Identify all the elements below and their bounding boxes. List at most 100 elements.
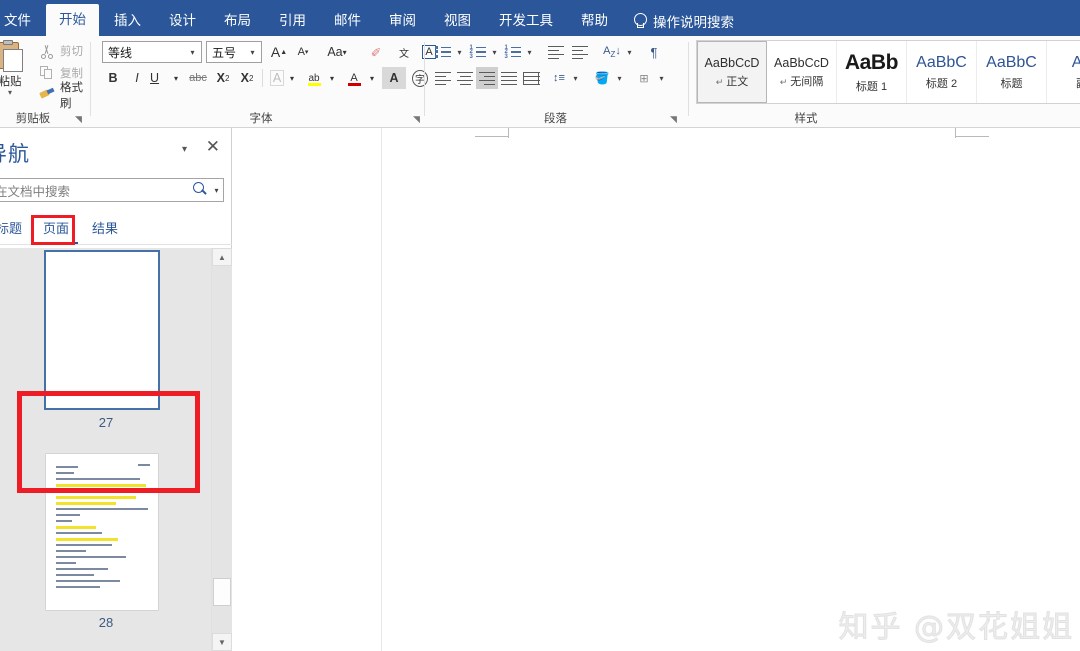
- navigation-scrollbar[interactable]: ▲ ▼: [211, 248, 232, 651]
- format-painter-button[interactable]: 格式刷: [39, 82, 88, 110]
- align-center-button[interactable]: [454, 67, 476, 89]
- increase-indent-icon: [572, 45, 588, 60]
- text-effects-caret-icon[interactable]: ▾: [286, 67, 298, 89]
- style-item-heading-1[interactable]: AaBb 标题 1: [837, 41, 907, 103]
- subscript-button[interactable]: X2: [212, 67, 234, 89]
- multilevel-list-icon: 123: [505, 45, 522, 60]
- superscript-button[interactable]: X2: [236, 67, 258, 89]
- character-shading-button[interactable]: A: [382, 67, 406, 89]
- nav-tab-headings[interactable]: 标题: [0, 216, 32, 244]
- style-preview: Aa: [1072, 54, 1080, 72]
- borders-caret-icon[interactable]: ▾: [656, 67, 667, 89]
- clipboard-dialog-launcher[interactable]: ◥: [73, 114, 84, 125]
- style-item-no-spacing[interactable]: AaBbCcD ↵ 无间隔: [767, 41, 837, 103]
- cut-button[interactable]: 剪切: [40, 42, 83, 60]
- underline-caret-icon[interactable]: ▾: [170, 67, 182, 89]
- line-spacing-button[interactable]: ↕≡: [548, 67, 570, 89]
- bullets-caret-icon[interactable]: ▾: [454, 41, 465, 63]
- line-spacing-caret-icon[interactable]: ▾: [570, 67, 581, 89]
- ribbon-tab-home[interactable]: 开始: [46, 4, 99, 36]
- strikethrough-button[interactable]: abc: [186, 67, 210, 89]
- change-case-button[interactable]: Aa ▾: [320, 41, 354, 63]
- numbering-caret-icon[interactable]: ▾: [489, 41, 500, 63]
- ribbon-tab-insert[interactable]: 插入: [101, 6, 154, 36]
- shading-button[interactable]: 🪣: [590, 67, 614, 89]
- ribbon-tab-layout[interactable]: 布局: [211, 6, 264, 36]
- page-thumbnail-list[interactable]: 27 28: [0, 248, 212, 651]
- page-thumbnail-image[interactable]: [44, 250, 160, 410]
- scroll-up-icon[interactable]: ▲: [212, 248, 232, 266]
- paste-button[interactable]: 粘贴 ▾: [0, 40, 34, 102]
- ribbon-tab-help[interactable]: 帮助: [568, 6, 621, 36]
- font-name-value: 等线: [108, 45, 133, 60]
- underline-button[interactable]: U: [150, 67, 159, 89]
- ribbon-tab-developer[interactable]: 开发工具: [486, 6, 566, 36]
- font-color-caret-icon[interactable]: ▾: [366, 67, 378, 89]
- sort-button[interactable]: AZ↓: [600, 41, 624, 63]
- style-label: 标题 2: [925, 77, 958, 90]
- shading-caret-icon[interactable]: ▾: [614, 67, 625, 89]
- search-icon[interactable]: [190, 180, 210, 200]
- ribbon-tab-view[interactable]: 视图: [431, 6, 484, 36]
- align-left-button[interactable]: [432, 67, 454, 89]
- numbering-button[interactable]: 123: [467, 41, 489, 63]
- highlight-caret-icon[interactable]: ▾: [326, 67, 338, 89]
- ribbon-group-clipboard: 粘贴 ▾ 剪切 复制 格式刷 剪贴板 ◥: [0, 36, 88, 128]
- scroll-down-icon[interactable]: ▼: [212, 633, 232, 651]
- multilevel-caret-icon[interactable]: ▾: [524, 41, 535, 63]
- lightbulb-icon: [633, 13, 647, 29]
- distribute-button[interactable]: [520, 67, 542, 89]
- text-effects-button[interactable]: A: [266, 67, 288, 89]
- sort-caret-icon[interactable]: ▾: [624, 41, 635, 63]
- style-preview: AaBbCcD: [774, 55, 829, 70]
- multilevel-list-button[interactable]: 123: [502, 41, 524, 63]
- style-item-subtitle[interactable]: Aa 副: [1047, 41, 1080, 103]
- bold-button[interactable]: B: [102, 67, 124, 89]
- paste-caret-icon[interactable]: ▾: [8, 89, 12, 97]
- ribbon-tab-references[interactable]: 引用: [266, 6, 319, 36]
- chevron-down-icon[interactable]: ▾: [182, 144, 187, 155]
- increase-indent-button[interactable]: [568, 41, 592, 63]
- document-page[interactable]: [382, 128, 1080, 651]
- style-preview: AaBbC: [916, 53, 967, 71]
- tell-me-search[interactable]: 操作说明搜索: [633, 6, 742, 36]
- justify-button[interactable]: [498, 67, 520, 89]
- styles-gallery: AaBbCcD ↵ 正文 AaBbCcD ↵ 无间隔 AaBb 标题 1 AaB…: [696, 40, 1080, 104]
- font-size-combobox[interactable]: 五号 ▾: [206, 41, 262, 63]
- font-dialog-launcher[interactable]: ◥: [411, 114, 422, 125]
- ribbon-tab-mailings[interactable]: 邮件: [321, 6, 374, 36]
- page-thumbnail-image[interactable]: [46, 454, 158, 610]
- align-right-button[interactable]: [476, 67, 498, 89]
- font-name-combobox[interactable]: 等线 ▾: [102, 41, 202, 63]
- ribbon-tab-file[interactable]: 文件: [0, 6, 44, 36]
- scrollbar-track[interactable]: [212, 266, 232, 633]
- italic-button[interactable]: I: [126, 67, 148, 89]
- phonetic-guide-button[interactable]: 文: [392, 41, 416, 63]
- font-color-button[interactable]: A: [342, 67, 366, 89]
- ribbon-tab-design[interactable]: 设计: [156, 6, 209, 36]
- document-canvas[interactable]: 知乎 @双花姐姐: [232, 128, 1080, 651]
- style-item-heading-2[interactable]: AaBbC 标题 2: [907, 41, 977, 103]
- clear-formatting-button[interactable]: ✐: [364, 41, 388, 63]
- distribute-icon: [523, 71, 540, 86]
- decrease-indent-button[interactable]: [544, 41, 568, 63]
- borders-button[interactable]: ⊞: [632, 67, 656, 89]
- navigation-search-box[interactable]: 在文档中搜索 ▾: [0, 178, 224, 202]
- chevron-down-icon[interactable]: ▾: [184, 48, 201, 57]
- style-item-normal[interactable]: AaBbCcD ↵ 正文: [697, 41, 767, 103]
- chevron-down-icon[interactable]: ▾: [244, 48, 261, 57]
- bullets-button[interactable]: [432, 41, 454, 63]
- show-formatting-marks-button[interactable]: ¶: [642, 41, 666, 63]
- text-highlight-button[interactable]: ab: [302, 67, 326, 89]
- ribbon-tab-review[interactable]: 审阅: [376, 6, 429, 36]
- nav-tab-pages[interactable]: 页面: [34, 216, 78, 244]
- search-options-caret-icon[interactable]: ▾: [210, 186, 223, 195]
- close-icon[interactable]: ✕: [206, 138, 220, 156]
- search-input[interactable]: 在文档中搜索: [0, 181, 190, 200]
- nav-tab-results[interactable]: 结果: [82, 216, 128, 244]
- style-item-title[interactable]: AaBbC 标题: [977, 41, 1047, 103]
- grow-font-button[interactable]: A ▲: [268, 41, 290, 63]
- shrink-font-button[interactable]: A ▾: [292, 41, 314, 63]
- style-preview: AaBbCcD: [704, 55, 760, 70]
- scrollbar-thumb[interactable]: [213, 578, 231, 606]
